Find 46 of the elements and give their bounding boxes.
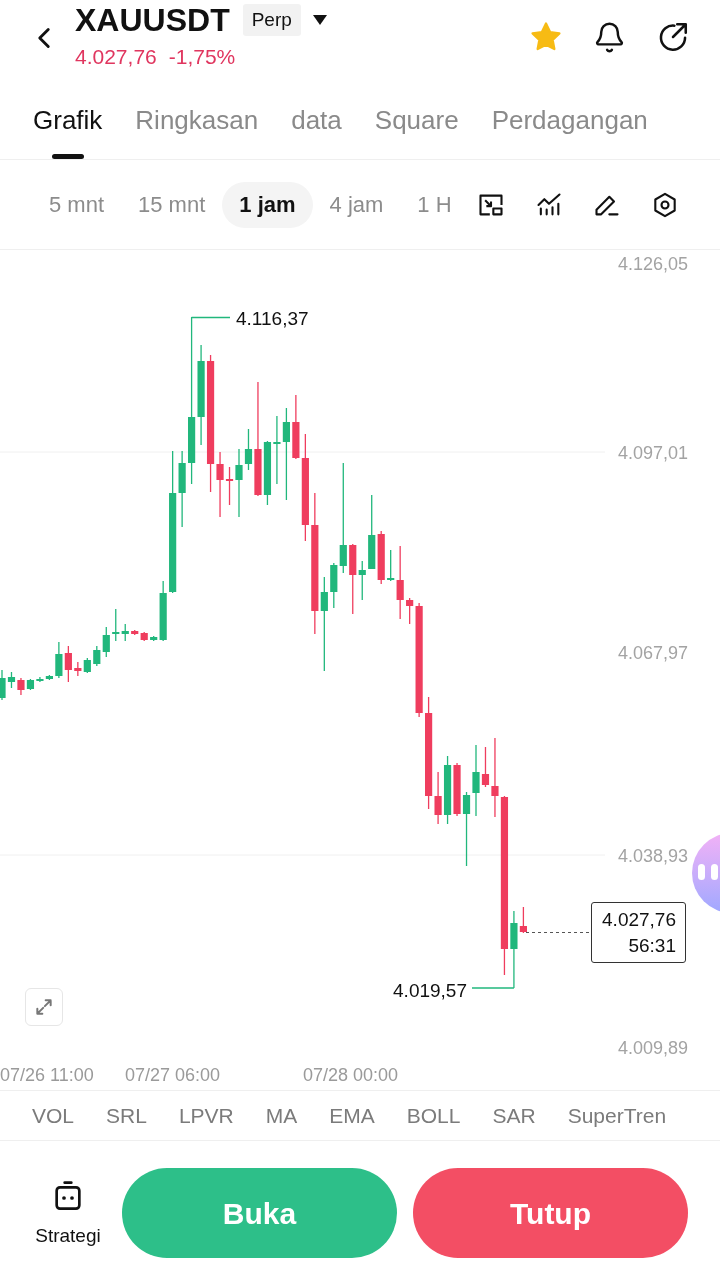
strategy-button[interactable]: Strategi bbox=[32, 1180, 104, 1247]
last-price-line bbox=[525, 931, 592, 934]
price-axis-label: 4.009,89 bbox=[617, 1038, 688, 1058]
low-price-label: 4.019,57 bbox=[393, 980, 467, 1001]
indicator-tab[interactable]: BOLL bbox=[406, 1102, 461, 1129]
expand-button[interactable] bbox=[25, 988, 63, 1026]
tab[interactable]: data bbox=[291, 86, 342, 159]
candle-countdown: 56:31 bbox=[628, 933, 676, 958]
timeframe-tab[interactable]: 1 jam bbox=[222, 181, 313, 228]
order-button[interactable]: Tutup bbox=[413, 1168, 688, 1258]
tab[interactable]: Ringkasan bbox=[135, 86, 259, 159]
expand-icon bbox=[34, 997, 54, 1017]
time-axis-label: 07/26 11:00 bbox=[0, 1065, 94, 1085]
last-price-value: 4.027,76 bbox=[602, 907, 676, 932]
indicator-tab[interactable]: MA bbox=[265, 1102, 298, 1129]
low-marker-line bbox=[471, 987, 515, 989]
tab[interactable]: Grafik bbox=[33, 86, 103, 159]
indicator-tab[interactable]: LPVR bbox=[178, 1102, 234, 1129]
indicator-tab[interactable]: SuperTren bbox=[567, 1102, 667, 1129]
timeframe-tab[interactable]: 1 H bbox=[400, 181, 469, 228]
time-axis-label: 07/28 00:00 bbox=[303, 1065, 399, 1085]
last-price: 4.027,76 bbox=[75, 45, 157, 69]
price-change: -1,75% bbox=[168, 45, 236, 69]
tab[interactable]: Square bbox=[374, 86, 459, 159]
high-marker-line bbox=[190, 316, 231, 319]
high-price-label: 4.116,37 bbox=[236, 308, 309, 329]
price-axis-label: 4.067,97 bbox=[617, 643, 688, 663]
tab[interactable]: Perdagangan bbox=[491, 86, 648, 159]
price-axis-label: 4.126,05 bbox=[617, 254, 688, 274]
indicator-tab[interactable]: VOL bbox=[32, 1102, 75, 1129]
price-axis-label: 4.097,01 bbox=[617, 443, 688, 463]
symbol-title: XAUUSDT bbox=[75, 1, 230, 39]
candlestick bbox=[443, 755, 452, 825]
timeframe-tab[interactable]: 15 mnt bbox=[121, 181, 223, 228]
price-axis-label: 4.038,93 bbox=[617, 846, 688, 866]
bell-icon[interactable] bbox=[593, 20, 626, 54]
order-button[interactable]: Buka bbox=[122, 1168, 397, 1258]
timeframe-tab[interactable]: 4 jam bbox=[312, 181, 401, 228]
timeframe-tab[interactable]: 5 mnt bbox=[32, 181, 122, 228]
robot-icon bbox=[52, 1180, 84, 1212]
time-axis-label: 07/27 06:00 bbox=[125, 1065, 221, 1085]
indicator-tab[interactable]: SRL bbox=[106, 1102, 147, 1129]
caret-down-icon[interactable] bbox=[312, 15, 327, 25]
contract-tag[interactable]: Perp bbox=[242, 4, 301, 36]
indicator-tab[interactable]: EMA bbox=[329, 1102, 375, 1129]
indicator-tab[interactable]: SAR bbox=[492, 1102, 536, 1129]
